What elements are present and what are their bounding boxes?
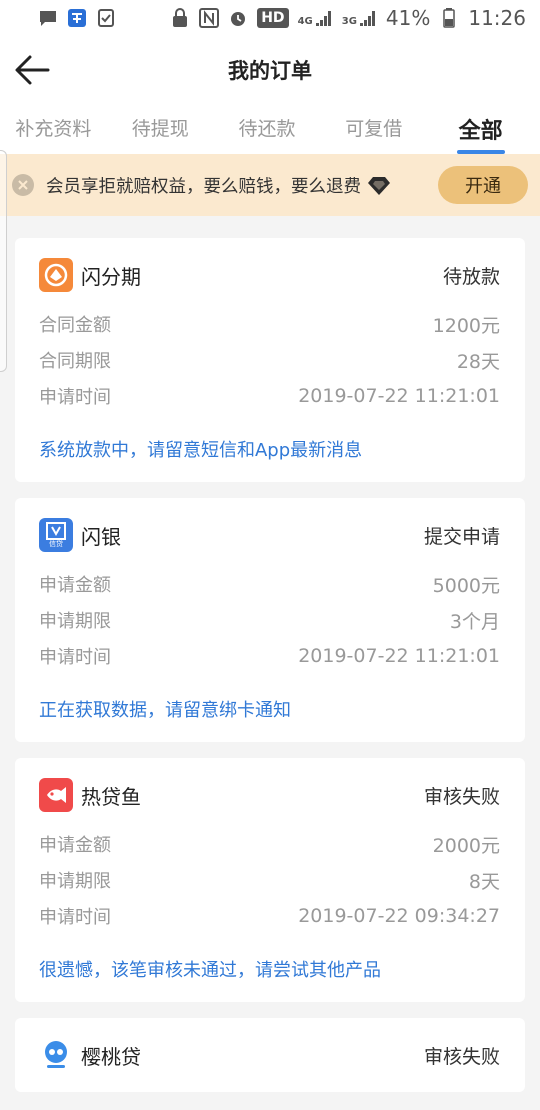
detail-label: 申请期限	[39, 611, 111, 632]
tab-reborrow[interactable]: 可复借	[320, 104, 427, 154]
tab-pending-repay[interactable]: 待还款	[214, 104, 321, 154]
close-icon[interactable]	[12, 174, 34, 196]
order-message: 系统放款中，请留意短信和App最新消息	[39, 440, 363, 461]
status-bar: HD 4G 3G 41% 11:26	[0, 0, 540, 36]
order-message: 正在获取数据，请留意绑卡通知	[39, 700, 291, 721]
detail-label: 申请金额	[39, 835, 111, 856]
lock-icon	[170, 8, 190, 28]
order-message: 很遗憾，该笔审核未通过，请尝试其他产品	[39, 960, 381, 981]
alarm-icon	[228, 8, 248, 28]
product-name: 闪银	[81, 524, 121, 549]
detail-row: 申请时间 2019-07-22 09:34:27	[39, 898, 500, 934]
nfc-icon	[199, 8, 220, 28]
membership-promo-banner: 会员享拒就赔权益，要么赔钱，要么退费 开通	[0, 154, 540, 216]
detail-row: 申请时间 2019-07-22 11:21:01	[39, 378, 500, 414]
side-edge-handle[interactable]	[0, 150, 7, 372]
detail-row: 申请期限 8天	[39, 862, 500, 898]
app-notification-icon	[67, 8, 87, 28]
order-card[interactable]: 信贷 闪银 提交申请 申请金额 5000元 申请期限 3个月 申请时间 2019…	[15, 498, 525, 742]
yingtaodai-logo-icon	[39, 1038, 73, 1072]
checklist-icon	[96, 8, 116, 28]
detail-value: 2000元	[432, 834, 500, 857]
order-status: 提交申请	[423, 525, 500, 548]
redaiyu-logo-icon	[39, 778, 73, 812]
tab-pending-withdraw[interactable]: 待提现	[107, 104, 214, 154]
detail-label: 合同金额	[39, 315, 111, 336]
detail-label: 申请时间	[39, 647, 111, 668]
detail-label: 合同期限	[39, 351, 111, 372]
detail-value: 5000元	[432, 574, 500, 597]
order-card-header: 热贷鱼 审核失败	[39, 776, 500, 814]
order-status: 审核失败	[423, 1045, 500, 1068]
arrow-left-icon	[15, 55, 50, 85]
order-list: 闪分期 待放款 合同金额 1200元 合同期限 28天 申请时间 2019-07…	[0, 216, 540, 1092]
order-details: 申请金额 2000元 申请期限 8天 申请时间 2019-07-22 09:34…	[39, 814, 500, 934]
battery-icon	[439, 8, 459, 28]
signal-bars-icon	[315, 11, 331, 26]
status-left	[38, 8, 116, 28]
shanyin-logo-icon: 信贷	[39, 518, 73, 552]
detail-row: 合同金额 1200元	[39, 306, 500, 342]
back-button[interactable]	[14, 54, 50, 86]
detail-row: 合同期限 28天	[39, 342, 500, 378]
detail-value: 28天	[456, 350, 500, 373]
promo-text: 会员享拒就赔权益，要么赔钱，要么退费	[46, 176, 361, 197]
net-4g-label: 4G	[297, 16, 313, 27]
clock: 11:26	[468, 6, 526, 30]
activate-membership-button[interactable]: 开通	[438, 166, 528, 204]
signal-3g-indicator: 3G	[342, 9, 377, 27]
detail-value: 2019-07-22 11:21:01	[298, 385, 500, 407]
detail-value: 2019-07-22 11:21:01	[298, 645, 500, 667]
order-status: 审核失败	[423, 785, 500, 808]
page-title: 我的订单	[228, 59, 312, 83]
tab-supplement-info[interactable]: 补充资料	[0, 104, 107, 154]
detail-row: 申请期限 3个月	[39, 602, 500, 638]
order-card-header: 樱桃贷 审核失败	[39, 1036, 500, 1074]
shanyin-logo-text: 信贷	[49, 540, 63, 548]
signal-4g-indicator: 4G	[298, 9, 333, 27]
order-status: 待放款	[442, 265, 500, 288]
product-name: 热贷鱼	[81, 784, 141, 809]
net-3g-label: 3G	[341, 16, 357, 27]
detail-label: 申请时间	[39, 907, 111, 928]
battery-percentage: 41%	[385, 6, 431, 30]
order-details: 合同金额 1200元 合同期限 28天 申请时间 2019-07-22 11:2…	[39, 294, 500, 414]
detail-value: 1200元	[432, 314, 500, 337]
order-tabs: 补充资料 待提现 待还款 可复借 全部	[0, 104, 540, 154]
order-card[interactable]: 热贷鱼 审核失败 申请金额 2000元 申请期限 8天 申请时间 2019-07…	[15, 758, 525, 1002]
order-card[interactable]: 樱桃贷 审核失败	[15, 1018, 525, 1092]
detail-value: 3个月	[449, 610, 500, 633]
product-name: 樱桃贷	[81, 1044, 141, 1069]
diamond-icon	[368, 177, 390, 195]
detail-row: 申请金额 2000元	[39, 826, 500, 862]
shanfenqi-logo-icon	[39, 258, 73, 292]
app-header: 我的订单	[0, 36, 540, 104]
signal-bars-icon	[359, 11, 375, 26]
detail-label: 申请期限	[39, 871, 111, 892]
detail-label: 申请时间	[39, 387, 111, 408]
detail-value: 2019-07-22 09:34:27	[298, 905, 500, 927]
detail-row: 申请时间 2019-07-22 11:21:01	[39, 638, 500, 674]
status-right: HD 4G 3G 41% 11:26	[170, 6, 526, 30]
order-card-header: 信贷 闪银 提交申请	[39, 516, 500, 554]
detail-row: 申请金额 5000元	[39, 566, 500, 602]
order-card-header: 闪分期 待放款	[39, 256, 500, 294]
detail-value: 8天	[468, 870, 500, 893]
tab-all[interactable]: 全部	[427, 104, 534, 154]
detail-label: 申请金额	[39, 575, 111, 596]
hd-badge: HD	[257, 8, 289, 28]
product-name: 闪分期	[81, 264, 141, 289]
message-icon	[38, 8, 58, 28]
order-details: 申请金额 5000元 申请期限 3个月 申请时间 2019-07-22 11:2…	[39, 554, 500, 674]
order-card[interactable]: 闪分期 待放款 合同金额 1200元 合同期限 28天 申请时间 2019-07…	[15, 238, 525, 482]
